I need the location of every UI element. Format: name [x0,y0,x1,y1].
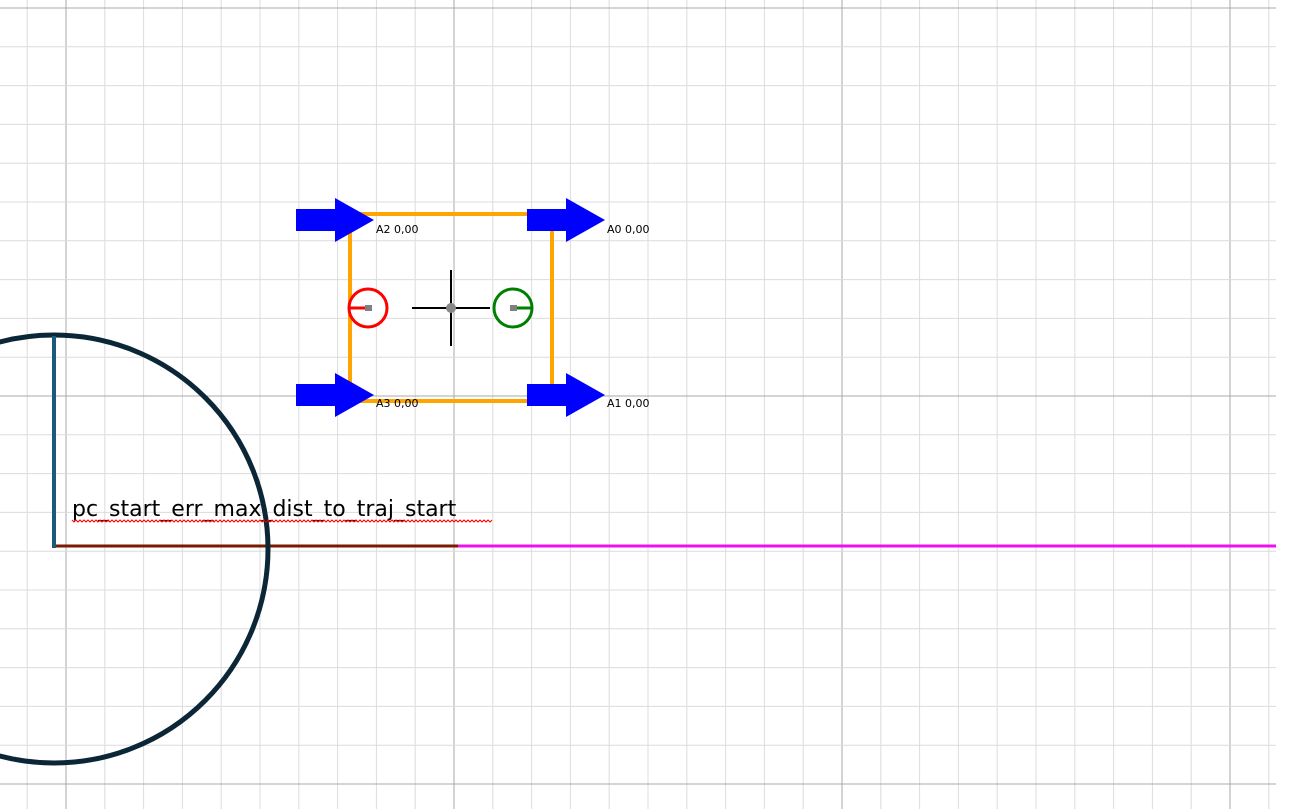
thruster-a3-label: A3 0,00 [376,397,419,410]
tolerance-circle [0,332,271,766]
thruster-a0: A0 0,00 [527,198,650,242]
thruster-a1-label: A1 0,00 [607,397,650,410]
thruster-a0-label: A0 0,00 [607,223,650,236]
thruster-a3: A3 0,00 [296,373,419,417]
thruster-a1: A1 0,00 [527,373,650,417]
scene-canvas[interactable]: pc_start_err_max_dist_to_traj_start A2 0… [0,0,1294,809]
thruster-a2: A2 0,00 [296,198,419,242]
arrow-right-icon [296,198,374,242]
tolerance-label: pc_start_err_max_dist_to_traj_start [72,497,457,522]
red-marker-icon [347,287,389,329]
arrow-right-icon [296,373,374,417]
green-marker-icon [492,287,534,329]
thruster-a2-label: A2 0,00 [376,223,419,236]
arrow-right-icon [527,198,605,242]
arrow-right-icon [527,373,605,417]
center-crosshair-icon [412,270,490,346]
